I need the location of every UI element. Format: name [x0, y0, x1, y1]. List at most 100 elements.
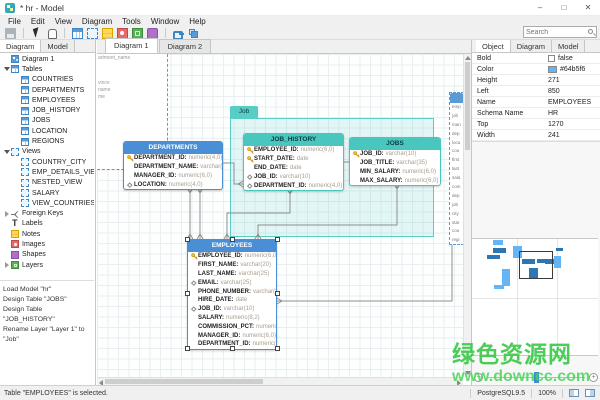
tree-item-views[interactable]: Views	[0, 147, 94, 157]
tree-item-notes[interactable]: Notes	[0, 229, 94, 239]
tree-item-location[interactable]: LOCATION	[0, 126, 94, 136]
property-value-cell[interactable]: #64b5f6	[548, 66, 600, 73]
expand-icon[interactable]	[3, 211, 11, 217]
menu-view[interactable]: View	[50, 16, 77, 27]
connector-line[interactable]	[277, 245, 452, 301]
sidebar-tab-diagram[interactable]: Diagram	[0, 40, 41, 52]
horizontal-scroll-thumb[interactable]	[105, 379, 263, 384]
tree-item-tables[interactable]: Tables	[0, 64, 94, 74]
tree-item-nested-view[interactable]: NESTED_VIEW	[0, 178, 94, 188]
menu-file[interactable]: File	[3, 16, 26, 27]
close-button[interactable]: ✕	[576, 0, 600, 16]
layout-pane-left-icon[interactable]	[569, 389, 579, 397]
selection-handle[interactable]	[185, 291, 190, 296]
er-table-jobs[interactable]: JOBSJOB_ID:varchar(10)JOB_TITLE:varchar(…	[349, 137, 441, 186]
selection-handle[interactable]	[185, 346, 190, 351]
property-value[interactable]: #64b5f6	[560, 66, 585, 73]
zoom-out-button[interactable]: −	[474, 373, 483, 382]
connector-line[interactable]	[223, 163, 243, 184]
property-value-cell[interactable]: EMPLOYEES	[548, 99, 600, 106]
property-value[interactable]: EMPLOYEES	[548, 99, 591, 106]
new-foreign-key-icon[interactable]	[173, 28, 184, 39]
tree-item-shapes[interactable]: Shapes	[0, 250, 94, 260]
property-value-cell[interactable]: 271	[548, 77, 600, 84]
selection-handle[interactable]	[275, 291, 280, 296]
maximize-button[interactable]: □	[552, 0, 576, 16]
menu-diagram[interactable]: Diagram	[77, 16, 117, 27]
hand-icon[interactable]	[46, 28, 57, 39]
property-value[interactable]: 271	[548, 77, 560, 84]
diagram-tab-diagram-1[interactable]: Diagram 1	[105, 38, 158, 53]
selection-handle[interactable]	[275, 237, 280, 242]
zoom-slider[interactable]	[487, 377, 585, 378]
tree-item-labels[interactable]: Labels	[0, 219, 94, 229]
selection-handle[interactable]	[230, 346, 235, 351]
property-value[interactable]: 1270	[548, 121, 564, 128]
minimize-button[interactable]: –	[528, 0, 552, 16]
color-swatch[interactable]	[548, 66, 557, 73]
tree-item-departments[interactable]: DEPARTMENTS	[0, 85, 94, 95]
property-value[interactable]: 241	[548, 132, 560, 139]
layout-pane-right-icon[interactable]	[585, 389, 595, 397]
menu-tools[interactable]: Tools	[117, 16, 146, 27]
collapse-icon[interactable]	[3, 150, 11, 154]
search-input[interactable]	[526, 27, 586, 37]
property-value-cell[interactable]: 241	[548, 132, 600, 139]
diagram-canvas[interactable]: artment_namevincenameme JobDEPARTMENTSDE…	[97, 54, 463, 377]
properties-tab-model[interactable]: Model	[552, 40, 585, 52]
tree-item-view-countries[interactable]: VIEW_COUNTRIES	[0, 198, 94, 208]
collapse-icon[interactable]	[3, 67, 11, 71]
new-note-icon[interactable]	[102, 28, 113, 39]
new-shape-icon[interactable]	[147, 28, 158, 39]
vertical-scroll-thumb[interactable]	[465, 62, 470, 150]
sidebar-tab-model[interactable]: Model	[41, 40, 74, 52]
property-value-cell[interactable]: 1270	[548, 121, 600, 128]
canvas-horizontal-scrollbar[interactable]	[97, 377, 463, 385]
new-table-icon[interactable]	[72, 28, 83, 39]
properties-tab-object[interactable]: Object	[476, 40, 511, 52]
view-stub-emp-details[interactable]: empjobmandeplocacoufirstlastsalacomdepjo…	[449, 92, 463, 245]
tree-item-diagram-1[interactable]: Diagram 1	[0, 54, 94, 64]
checkbox-icon[interactable]	[548, 55, 555, 62]
property-value-cell[interactable]: false	[548, 55, 600, 62]
new-layer-icon[interactable]	[132, 28, 143, 39]
tree-item-layers[interactable]: Layers	[0, 260, 94, 270]
tree-item-job-history[interactable]: JOB_HISTORY	[0, 105, 94, 115]
tree-item-foreign-keys[interactable]: Foreign Keys	[0, 208, 94, 218]
tree-item-countries[interactable]: COUNTRIES	[0, 75, 94, 85]
er-table-employees[interactable]: EMPLOYEESEMPLOYEE_ID:numeric(6,0)FIRST_N…	[187, 239, 277, 350]
property-value[interactable]: false	[558, 55, 573, 62]
tree-item-emp-details-view[interactable]: EMP_DETAILS_VIEW	[0, 167, 94, 177]
auto-layout-icon[interactable]	[188, 28, 199, 39]
new-image-icon[interactable]	[117, 28, 128, 39]
property-value-cell[interactable]: 850	[548, 88, 600, 95]
zoom-in-button[interactable]: +	[589, 373, 598, 382]
er-table-job-history[interactable]: JOB_HISTORYEMPLOYEE_ID:numeric(6,0)START…	[243, 133, 344, 191]
tree-item-jobs[interactable]: JOBS	[0, 116, 94, 126]
zoom-slider-thumb[interactable]	[534, 372, 539, 383]
tree-item-employees[interactable]: EMPLOYEES	[0, 95, 94, 105]
tree-item-images[interactable]: Images	[0, 239, 94, 249]
property-value-cell[interactable]: HR	[548, 110, 600, 117]
selection-handle[interactable]	[275, 346, 280, 351]
menu-help[interactable]: Help	[184, 16, 210, 27]
tree-item-country-city[interactable]: COUNTRY_CITY	[0, 157, 94, 167]
menu-edit[interactable]: Edit	[26, 16, 50, 27]
connector-line[interactable]	[258, 184, 397, 239]
tree-item-regions[interactable]: REGIONS	[0, 136, 94, 146]
new-view-icon[interactable]	[87, 28, 98, 39]
menu-window[interactable]: Window	[146, 16, 184, 27]
diagram-tab-diagram-2[interactable]: Diagram 2	[159, 39, 212, 53]
canvas-vertical-scrollbar[interactable]	[463, 54, 471, 377]
property-value[interactable]: 850	[548, 88, 560, 95]
er-table-departments[interactable]: DEPARTMENTSDEPARTMENT_ID:numeric(4,0)DEP…	[123, 141, 223, 190]
pointer-icon[interactable]	[31, 28, 42, 39]
save-icon[interactable]	[5, 28, 16, 39]
tree-item-salary[interactable]: SALARY	[0, 188, 94, 198]
expand-icon[interactable]	[3, 262, 11, 268]
properties-tab-diagram[interactable]: Diagram	[511, 40, 552, 52]
minimap-viewport[interactable]	[519, 251, 553, 279]
property-value[interactable]: HR	[548, 110, 558, 117]
selection-handle[interactable]	[230, 237, 235, 242]
selection-handle[interactable]	[185, 237, 190, 242]
